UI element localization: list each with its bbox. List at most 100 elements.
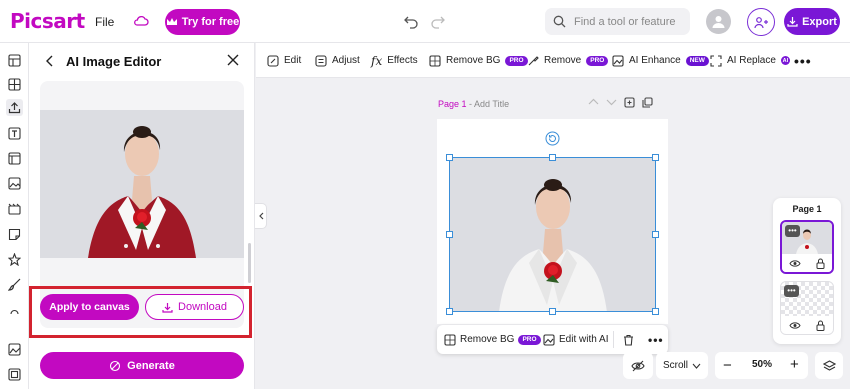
layout-tool[interactable] [6, 150, 23, 167]
add-page-icon[interactable] [624, 97, 635, 108]
edit-tool[interactable]: Edit [267, 43, 301, 78]
download-button[interactable]: Download [145, 294, 244, 320]
apply-to-canvas-button[interactable]: Apply to canvas [40, 294, 139, 320]
adjust-icon [315, 54, 327, 67]
upload-tool[interactable] [6, 99, 23, 116]
user-icon [712, 16, 725, 28]
resize-handle-top-right[interactable] [652, 154, 659, 161]
favorites-tool[interactable] [6, 251, 23, 268]
resize-handle-bottom-left[interactable] [446, 308, 453, 315]
stickers-tool[interactable] [6, 226, 23, 243]
remove-bg-label: Remove BG [446, 55, 501, 66]
export-button[interactable]: Export [784, 8, 840, 35]
video-tool[interactable] [6, 201, 23, 218]
page-thumbnail-2[interactable]: ••• [780, 281, 834, 335]
edit-with-ai-button[interactable]: Edit with AI [543, 325, 608, 354]
ai-replace-icon [710, 54, 722, 67]
sticker-icon [8, 228, 21, 241]
edited-photo-preview[interactable] [40, 110, 244, 258]
gallery-tool[interactable] [6, 341, 23, 358]
cloud-sync-icon[interactable] [133, 13, 149, 29]
folder-tool[interactable] [6, 366, 23, 383]
more-tool[interactable] [6, 301, 23, 318]
file-menu[interactable]: File [95, 15, 114, 29]
zoom-control: − 50% + [715, 352, 808, 379]
zoom-value[interactable]: 50% [752, 359, 772, 370]
generate-button[interactable]: Generate [40, 352, 244, 379]
try-for-free-button[interactable]: Try for free [165, 9, 240, 35]
pro-badge: PRO [505, 55, 528, 66]
pro-badge: PRO [518, 334, 541, 345]
adjust-label: Adjust [332, 55, 360, 66]
resize-handle-bottom-right[interactable] [652, 308, 659, 315]
lock-icon[interactable] [816, 320, 825, 331]
elements-tool[interactable] [6, 76, 23, 93]
brush-icon [8, 278, 21, 291]
layers-button[interactable] [815, 352, 843, 379]
new-badge: NEW [685, 55, 709, 66]
ai-edit-icon [543, 333, 555, 346]
search-box[interactable] [545, 8, 690, 35]
resize-handle-right[interactable] [652, 231, 659, 238]
search-input[interactable] [574, 15, 684, 28]
lock-icon[interactable] [816, 258, 825, 269]
hide-ui-button[interactable] [623, 352, 653, 379]
back-arrow-icon[interactable] [45, 55, 55, 67]
ai-enhance-icon [612, 54, 624, 67]
image-icon [8, 177, 21, 190]
ai-enhance-tool[interactable]: AI Enhance NEW [612, 43, 709, 78]
panel-header: AI Image Editor [29, 43, 255, 81]
chevron-down-icon [692, 363, 701, 369]
download-label: Download [178, 301, 227, 313]
draw-tool[interactable] [6, 276, 23, 293]
resize-handle-top-left[interactable] [446, 154, 453, 161]
thumbnail-options-icon[interactable]: ••• [784, 285, 799, 297]
resize-handle-bottom[interactable] [549, 308, 556, 315]
panel-scrollbar[interactable] [248, 243, 251, 283]
eye-icon[interactable] [789, 321, 801, 330]
pro-badge: PRO [586, 55, 609, 66]
photos-tool[interactable] [6, 175, 23, 192]
collapse-panel-toggle[interactable] [255, 203, 267, 229]
context-more-icon[interactable]: ••• [648, 325, 664, 354]
chevron-down-icon[interactable] [606, 97, 617, 107]
page-label[interactable]: Page 1 - Add Title [438, 99, 509, 109]
effects-tool[interactable]: fx Effects [371, 43, 418, 78]
rotate-icon[interactable] [545, 131, 560, 146]
duplicate-page-icon[interactable] [642, 97, 653, 108]
chevron-up-icon[interactable] [588, 97, 599, 107]
remove-bg-tool[interactable]: Remove BG PRO [429, 43, 528, 78]
undo-icon[interactable] [403, 13, 419, 29]
resize-handle-left[interactable] [446, 231, 453, 238]
eye-icon[interactable] [789, 259, 801, 268]
context-remove-bg-button[interactable]: Remove BG PRO [444, 325, 541, 354]
gallery-icon [8, 343, 21, 356]
thumbnail-options-icon[interactable]: ••• [785, 225, 800, 237]
trash-icon [624, 334, 633, 346]
redo-icon[interactable] [430, 13, 446, 29]
ai-replace-tool[interactable]: AI Replace AI [710, 43, 790, 78]
remove-bg-icon [444, 333, 456, 346]
pages-panel: Page 1 ••• ••• [773, 198, 841, 344]
remove-tool[interactable]: Remove PRO [527, 43, 609, 78]
try-for-free-label: Try for free [181, 16, 240, 28]
page-title-placeholder[interactable]: - Add Title [469, 99, 509, 109]
adjust-tool[interactable]: Adjust [315, 43, 360, 78]
text-tool[interactable] [6, 125, 23, 142]
templates-tool[interactable] [6, 52, 23, 69]
text-icon [8, 127, 21, 140]
share-button[interactable] [747, 8, 775, 36]
user-avatar[interactable] [706, 9, 731, 34]
picsart-logo[interactable]: Picsart [10, 9, 85, 33]
page-thumbnail-1[interactable]: ••• [780, 220, 834, 274]
thumbnail-actions [782, 254, 832, 272]
delete-button[interactable] [623, 325, 634, 354]
zoom-in-button[interactable]: + [790, 356, 799, 373]
remove-icon [528, 55, 539, 65]
scroll-mode-select[interactable]: Scroll [656, 352, 708, 379]
close-icon[interactable] [227, 54, 239, 66]
page-number: Page 1 [438, 99, 467, 109]
toolbar-more-icon[interactable]: ••• [794, 54, 812, 68]
zoom-out-button[interactable]: − [723, 357, 732, 374]
resize-handle-top[interactable] [549, 154, 556, 161]
